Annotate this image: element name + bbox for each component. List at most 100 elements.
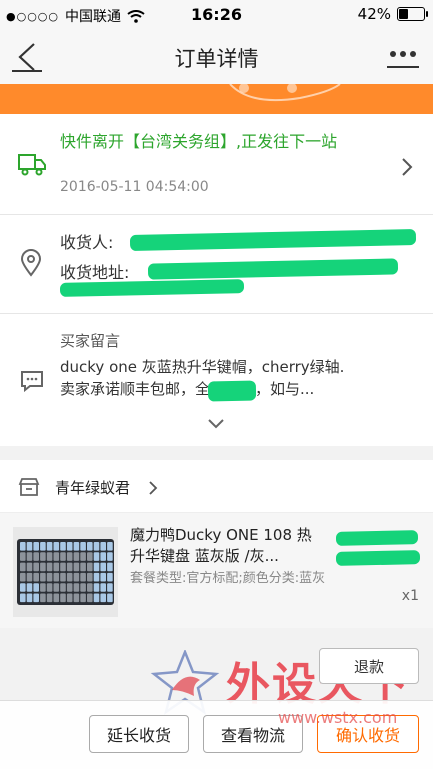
- keycap: [73, 562, 80, 572]
- keycap: [40, 583, 46, 592]
- keycap: [40, 552, 46, 561]
- refund-button[interactable]: 退款: [319, 648, 419, 684]
- keycap: [66, 593, 73, 603]
- keycap: [40, 572, 46, 582]
- battery-fill: [399, 9, 408, 19]
- keycap: [40, 562, 46, 572]
- keycap: [33, 542, 39, 551]
- keycap: [53, 572, 60, 582]
- keycap: [26, 572, 33, 582]
- message-line-1: ducky one 灰蓝热升华键帽，cherry绿轴.: [60, 358, 345, 376]
- keycap: [46, 542, 53, 551]
- keycap: [73, 572, 80, 582]
- keycap: [46, 593, 53, 603]
- keycap: [26, 583, 33, 592]
- extend-receipt-button[interactable]: 延长收货: [89, 715, 189, 753]
- keycap: [93, 562, 100, 572]
- receiver-redaction: [129, 229, 417, 251]
- keycap: [26, 562, 33, 572]
- keycap: [93, 593, 100, 603]
- keycap: [20, 552, 26, 561]
- keycap: [46, 552, 53, 561]
- keycap: [100, 593, 106, 603]
- keycap: [107, 542, 113, 551]
- keycap: [60, 552, 66, 561]
- logistics-status: 快件离开【台湾关务组】,正发往下一站: [60, 132, 338, 151]
- shop-row[interactable]: 青年绿蚁君: [0, 460, 433, 513]
- message-redaction: [207, 380, 257, 402]
- keycap: [46, 583, 53, 592]
- product-item[interactable]: 魔力鸭Ducky ONE 108 热升华键盘 蓝灰版 /灰... 套餐类型:官方…: [0, 513, 433, 628]
- keycap: [26, 593, 33, 603]
- product-sku: 套餐类型:官方标配;颜色分类:蓝灰: [130, 571, 326, 586]
- keycap: [100, 552, 106, 561]
- keycap: [20, 593, 26, 603]
- status-bar: ●○○○○ 中国联通 16:26 42%: [0, 0, 433, 28]
- keycap: [100, 572, 106, 582]
- keycap: [80, 562, 86, 572]
- keycap: [53, 552, 60, 561]
- keycap: [93, 583, 100, 592]
- shop-chevron-icon: [149, 481, 158, 495]
- keycap: [87, 552, 93, 561]
- keycap: [100, 542, 106, 551]
- watermark-url: www.wstx.com: [278, 708, 398, 727]
- store-icon: [18, 478, 40, 496]
- logistics-time: 2016-05-11 04:54:00: [60, 179, 209, 195]
- address-redaction-2: [59, 279, 245, 297]
- keycap: [60, 583, 66, 592]
- keycap: [40, 593, 46, 603]
- keycap: [60, 572, 66, 582]
- keycap: [20, 583, 26, 592]
- keycap: [93, 552, 100, 561]
- keycap: [53, 583, 60, 592]
- keycap: [87, 572, 93, 582]
- address-redaction: [147, 258, 399, 280]
- keycap: [20, 572, 26, 582]
- keycap: [53, 562, 60, 572]
- keycap: [20, 562, 26, 572]
- keycap: [100, 562, 106, 572]
- buyer-message-card: 买家留言 ducky one 灰蓝热升华键帽，cherry绿轴. 卖家承诺顺丰包…: [0, 314, 433, 446]
- shop-name: 青年绿蚁君: [55, 479, 131, 497]
- keycap: [87, 562, 93, 572]
- logistics-card[interactable]: 快件离开【台湾关务组】,正发往下一站 2016-05-11 04:54:00: [0, 114, 433, 215]
- keycap: [73, 552, 80, 561]
- product-quantity: x1: [401, 588, 419, 604]
- keycap: [80, 572, 86, 582]
- nav-bar: 订单详情: [0, 28, 433, 85]
- battery-percent: 42%: [357, 5, 391, 23]
- keycap: [33, 593, 39, 603]
- keycap: [80, 583, 86, 592]
- truck-icon: [18, 154, 46, 176]
- keycap: [100, 583, 106, 592]
- keycap: [26, 552, 33, 561]
- keycap: [46, 562, 53, 572]
- status-banner: [0, 84, 433, 114]
- keycap: [26, 542, 33, 551]
- keycap: [93, 572, 100, 582]
- chevron-right-icon: [402, 158, 413, 176]
- keycap: [20, 542, 26, 551]
- keycap: [73, 583, 80, 592]
- keycap: [46, 572, 53, 582]
- keycap: [33, 583, 39, 592]
- keycap: [60, 562, 66, 572]
- keycap: [66, 542, 73, 551]
- more-menu-icon[interactable]: [387, 44, 419, 70]
- keycap: [60, 593, 66, 603]
- price-redaction: [335, 530, 419, 546]
- chevron-down-icon[interactable]: [207, 418, 225, 430]
- keycap: [60, 542, 66, 551]
- keycap: [80, 552, 86, 561]
- product-thumbnail: [13, 527, 118, 617]
- keycap: [87, 593, 93, 603]
- keycap: [33, 572, 39, 582]
- location-pin-icon: [20, 249, 42, 277]
- receiver-label: 收货人:: [60, 233, 114, 252]
- keycap: [93, 542, 100, 551]
- address-label: 收货地址:: [60, 263, 130, 282]
- keycap: [53, 593, 60, 603]
- keycap: [66, 562, 73, 572]
- address-card: 收货人: 收货地址:: [0, 215, 433, 314]
